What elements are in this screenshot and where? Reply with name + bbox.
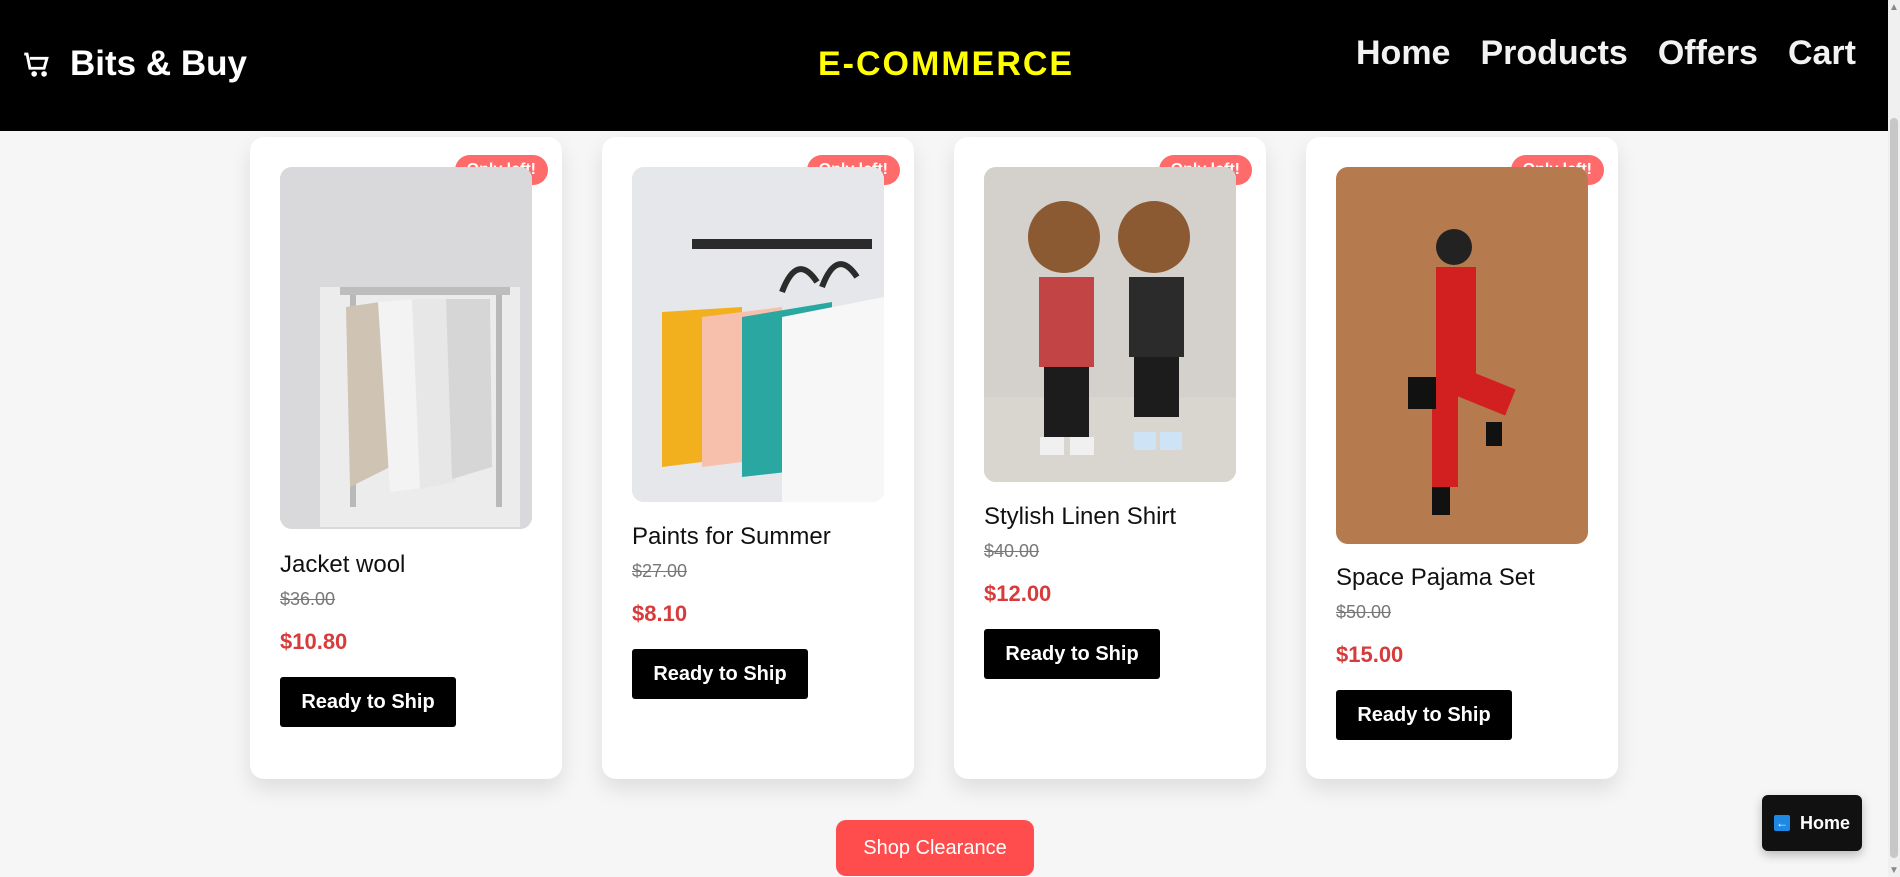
product-title: Space Pajama Set: [1336, 564, 1535, 591]
scroll-up-icon[interactable]: ▲: [1889, 2, 1899, 13]
shop-clearance-button[interactable]: Shop Clearance: [836, 820, 1034, 876]
ready-to-ship-button[interactable]: Ready to Ship: [984, 629, 1160, 679]
product-card-4: Only left! Space Pajama Set $50.00 $15.0…: [1306, 137, 1618, 779]
old-price: $36.00: [280, 589, 336, 609]
brand-name: Bits & Buy: [70, 44, 247, 83]
page: Only left! Jacket wool $36.00 $10.80 Rea…: [0, 131, 1888, 877]
home-floating-button[interactable]: ← Home: [1762, 795, 1862, 851]
ready-to-ship-button[interactable]: Ready to Ship: [1336, 690, 1512, 740]
ready-to-ship-button[interactable]: Ready to Ship: [632, 649, 808, 699]
product-card-1: Only left! Jacket wool $36.00 $10.80 Rea…: [250, 137, 562, 779]
sale-price: $12.00: [984, 581, 1052, 606]
product-card-3: Only left! Stylish Linen Shirt: [954, 137, 1266, 779]
arrow-left-icon: ←: [1773, 815, 1790, 831]
nav-cart[interactable]: Cart: [1788, 34, 1856, 73]
sale-price: $10.80: [280, 629, 348, 654]
nav-home[interactable]: Home: [1356, 34, 1450, 73]
brand[interactable]: Bits & Buy: [20, 44, 247, 84]
product-title: Paints for Summer: [632, 523, 831, 550]
product-image-space-pajama-set: [1336, 167, 1588, 544]
product-image-paints-for-summer: [632, 167, 884, 502]
product-title: Stylish Linen Shirt: [984, 503, 1177, 530]
sale-price: $8.10: [632, 601, 688, 626]
old-price: $40.00: [984, 541, 1040, 561]
cart-icon: [20, 47, 54, 81]
nav-products[interactable]: Products: [1480, 34, 1627, 73]
product-title: Jacket wool: [280, 551, 406, 578]
scroll-thumb[interactable]: [1890, 118, 1898, 858]
old-price: $27.00: [632, 561, 688, 581]
nav-offers[interactable]: Offers: [1658, 34, 1758, 73]
page-title: E-COMMERCE: [818, 45, 1075, 83]
product-image-stylish-linen-shirt: [984, 167, 1236, 482]
product-card-2: Only left! Paints for Summer $27.00 $8.1…: [602, 137, 914, 779]
scroll-down-icon[interactable]: ▼: [1889, 865, 1899, 876]
product-image-jacket-wool: [280, 167, 532, 529]
page-scrollbar[interactable]: ▲ ▼: [1888, 0, 1900, 877]
main-nav: Home Products Offers Cart: [1356, 34, 1856, 73]
home-floating-label: Home: [1799, 812, 1850, 833]
sale-price: $15.00: [1336, 642, 1404, 667]
top-navigation-bar: Bits & Buy E-COMMERCE Home Products Offe…: [0, 0, 1888, 131]
old-price: $50.00: [1336, 602, 1392, 622]
ready-to-ship-button[interactable]: Ready to Ship: [280, 677, 456, 727]
